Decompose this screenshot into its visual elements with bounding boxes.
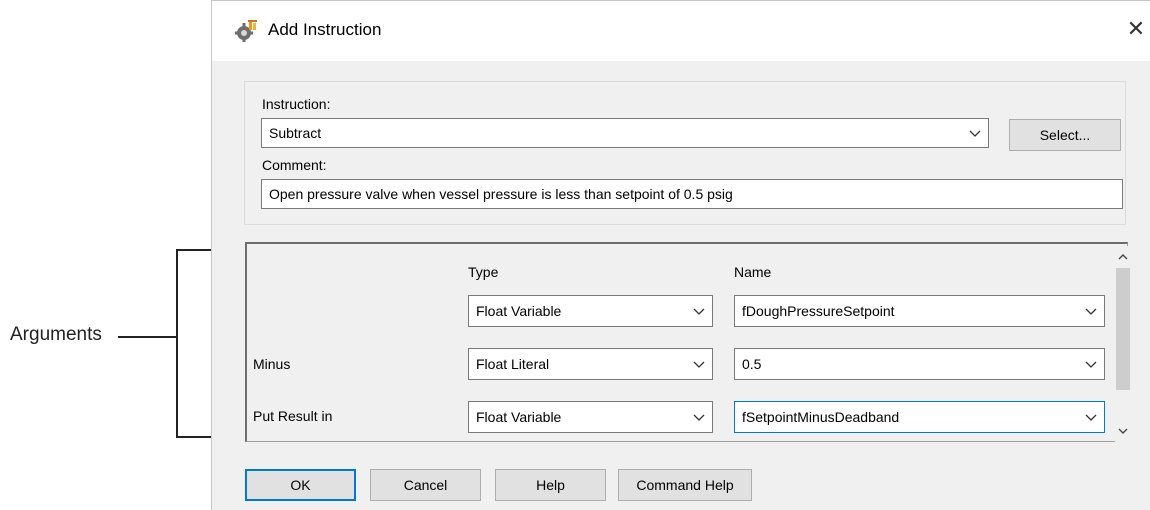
arguments-annotation-label: Arguments (10, 324, 102, 345)
chevron-down-icon[interactable] (962, 119, 988, 147)
type-column-header: Type (468, 264, 499, 280)
argument-type-select[interactable]: Float Variable (468, 401, 713, 433)
argument-row-label: Minus (253, 356, 291, 372)
name-column-header: Name (734, 264, 772, 280)
chevron-down-icon[interactable] (686, 349, 712, 379)
title-bar: Add Instruction ✕ (212, 1, 1150, 61)
chevron-down-icon[interactable] (1078, 402, 1104, 432)
argument-name-value: 0.5 (742, 356, 762, 372)
select-button[interactable]: Select... (1009, 119, 1121, 151)
instruction-value: Subtract (269, 125, 322, 141)
help-button[interactable]: Help (495, 469, 606, 501)
arguments-scrollbar[interactable] (1115, 246, 1131, 442)
instruction-label: Instruction: (262, 96, 331, 112)
annotation-line (118, 336, 176, 338)
arguments-panel: Type Name Float Variable fDoughPressureS… (245, 242, 1131, 442)
argument-type-value: Float Variable (476, 303, 562, 319)
scroll-up-icon[interactable] (1115, 248, 1131, 266)
scroll-down-icon[interactable] (1115, 422, 1131, 440)
instruction-group: Instruction: Subtract Select... Comment:… (244, 81, 1126, 225)
argument-type-value: Float Variable (476, 409, 562, 425)
scroll-thumb[interactable] (1116, 268, 1130, 390)
comment-field[interactable]: Open pressure valve when vessel pressure… (261, 179, 1123, 209)
argument-name-select[interactable]: fDoughPressureSetpoint (734, 295, 1105, 327)
chevron-down-icon[interactable] (686, 296, 712, 326)
comment-label: Comment: (262, 157, 327, 173)
argument-name-select[interactable]: fSetpointMinusDeadband (734, 401, 1105, 433)
chevron-down-icon[interactable] (686, 402, 712, 432)
argument-row-label: Put Result in (253, 408, 333, 424)
command-help-button[interactable]: Command Help (618, 469, 752, 501)
gear-instruction-icon (235, 20, 257, 42)
annotation-bracket (176, 249, 212, 438)
add-instruction-dialog: Add Instruction ✕ Instruction: Subtract … (211, 0, 1150, 510)
argument-type-select[interactable]: Float Variable (468, 295, 713, 327)
argument-name-select[interactable]: 0.5 (734, 348, 1105, 380)
cancel-button[interactable]: Cancel (370, 469, 481, 501)
instruction-combobox[interactable]: Subtract (261, 118, 989, 148)
ok-button[interactable]: OK (245, 469, 356, 501)
argument-name-value: fSetpointMinusDeadband (742, 409, 900, 425)
dialog-title: Add Instruction (268, 20, 382, 39)
chevron-down-icon[interactable] (1078, 349, 1104, 379)
chevron-down-icon[interactable] (1078, 296, 1104, 326)
argument-type-value: Float Literal (476, 356, 550, 372)
close-button[interactable]: ✕ (1124, 15, 1148, 43)
argument-name-value: fDoughPressureSetpoint (742, 303, 895, 319)
argument-type-select[interactable]: Float Literal (468, 348, 713, 380)
